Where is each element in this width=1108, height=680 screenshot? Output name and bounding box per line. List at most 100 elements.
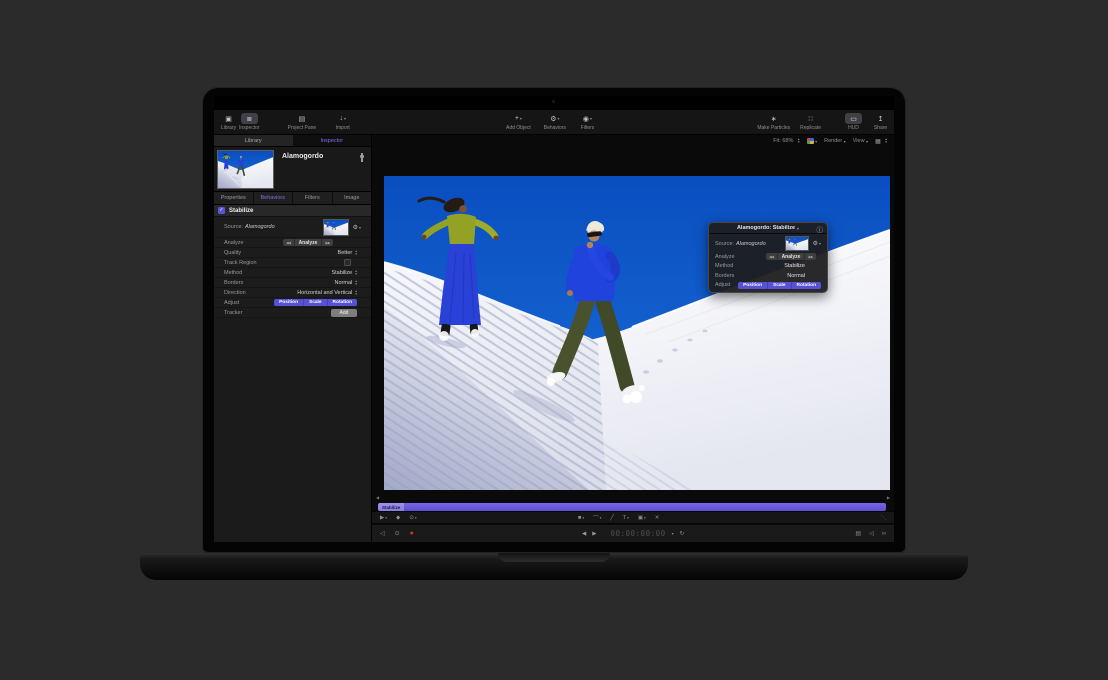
line-tool[interactable]: ╱ — [610, 515, 613, 521]
bezier-tool[interactable]: ⌒▾ — [593, 514, 601, 522]
direction-popup[interactable]: Horizontal and Vertical▴▾ — [297, 290, 357, 296]
analyze-forward-button[interactable]: ▶▶ — [805, 253, 816, 260]
import-icon: ↓ — [339, 115, 343, 122]
pin-icon[interactable] — [359, 153, 365, 162]
source-options[interactable]: ⚙ ▾ — [353, 224, 361, 231]
project-thumbnail[interactable] — [217, 150, 274, 189]
analyze-button[interactable]: Analyze — [777, 253, 806, 260]
tab-filters[interactable]: Filters — [293, 192, 333, 204]
row-label: Method — [224, 270, 331, 276]
hud-source-thumbnail[interactable] — [785, 236, 809, 251]
play-button[interactable]: ▶ — [592, 531, 596, 537]
view-menu[interactable]: View▾ — [853, 138, 868, 144]
behaviors-button[interactable]: ⚙▾ Behaviors — [544, 113, 566, 131]
quality-popup[interactable]: Better▴▾ — [338, 250, 357, 256]
loop-button[interactable]: ↻ — [680, 531, 685, 537]
show-keyframes-button[interactable]: ∞ — [882, 531, 886, 537]
track-region-checkbox[interactable] — [344, 259, 351, 266]
chevron-down-icon: ▾ — [627, 516, 629, 520]
stepper-icon: ▴▾ — [798, 138, 800, 144]
rectangle-tool[interactable]: ■▾ — [578, 515, 584, 521]
select-tool[interactable]: ▶▾ — [380, 515, 387, 521]
adjust-scale-segment[interactable]: Scale — [304, 299, 328, 306]
chevron-down-icon: ▾ — [385, 516, 387, 520]
tab-library[interactable]: Library — [214, 135, 293, 146]
info-icon[interactable]: ⓘ — [817, 224, 824, 234]
method-popup[interactable]: Stabilize▴▾ — [331, 270, 357, 276]
mask-tool[interactable]: ▣▾ — [638, 515, 646, 521]
show-audio-button[interactable]: ◁ — [869, 530, 874, 537]
source-row: Source: Alamogordo ⚙ ▾ — [214, 217, 371, 238]
analyze-backward-button[interactable]: ◀◀ — [283, 239, 294, 246]
adjust-rotation-segment[interactable]: Rotation — [328, 299, 357, 306]
adjust-position-segment[interactable]: Position — [738, 282, 768, 289]
dune-photo-thumbnail — [324, 220, 348, 235]
previous-frame-button[interactable]: ◀ — [582, 531, 586, 537]
adjust-rotation-segment[interactable]: Rotation — [792, 282, 821, 289]
tab-image[interactable]: Image — [333, 192, 372, 204]
project-pane-button[interactable]: ▤ Project Pane — [288, 113, 317, 131]
cut-tool[interactable]: ✕ — [655, 515, 660, 521]
source-thumbnail[interactable] — [323, 219, 349, 236]
chevron-down-icon: ▾ — [582, 516, 584, 520]
chevron-down-icon: ▾ — [815, 139, 817, 144]
chevron-down-icon: ▾ — [644, 516, 646, 520]
snapshot-button[interactable]: ⊙ — [395, 530, 400, 537]
layout-control[interactable]: ▦▴▾ — [875, 138, 887, 145]
resize-handle[interactable]: ⋱ — [881, 515, 886, 521]
keyframe-icon: ◆ — [396, 515, 400, 521]
canvas-controls: Fit: 68%▴▾ ▾ Render▾ View▾ ▦▴▾ — [773, 135, 894, 147]
borders-popup[interactable]: Normal▴▾ — [335, 280, 358, 286]
hud-button[interactable]: ▭ HUD — [845, 113, 862, 131]
make-particles-button[interactable]: ∗ Make Particles — [757, 113, 790, 131]
mini-timeline-ruler[interactable]: ◀ ▶ — [376, 494, 890, 501]
bezier-icon: ⌒ — [593, 514, 599, 522]
inspector-label: Inspector — [239, 125, 260, 131]
stabilize-enabled-checkbox[interactable]: ✓ — [218, 207, 225, 214]
channels-control[interactable]: ▾ — [807, 138, 818, 144]
behaviors-panel: ✓ Stabilize Source: Alamogordo ⚙ ▾ — [214, 205, 371, 542]
analyze-button[interactable]: Analyze — [294, 239, 323, 246]
adjust-scale-segment[interactable]: Scale — [768, 282, 792, 289]
add-object-button[interactable]: +▾ Add Object — [506, 113, 531, 131]
analyze-forward-button[interactable]: ▶▶ — [322, 239, 333, 246]
library-button[interactable]: ▣ Library — [220, 113, 237, 131]
inspector-button[interactable]: ≣ Inspector — [239, 113, 260, 131]
tab-properties[interactable]: Properties — [214, 192, 254, 204]
timecode-display[interactable]: 00:00:00:00 — [610, 529, 665, 538]
render-menu[interactable]: Render▾ — [824, 138, 846, 144]
filters-button[interactable]: ◉▾ Filters — [579, 113, 596, 131]
hud-panel[interactable]: Alamogordo: Stabilize ▾ ⓘ Source: Alamog… — [708, 222, 828, 293]
record-button[interactable]: ● — [410, 530, 414, 537]
tab-inspector[interactable]: Inspector — [293, 135, 372, 146]
hud-source-options[interactable]: ⚙ ▾ — [813, 240, 821, 247]
stepper-icon: ▴▾ — [355, 280, 357, 286]
behavior-tool[interactable]: ⊙▾ — [409, 515, 416, 521]
tools-shape-group: ■▾ ⌒▾ ╱ T▾ ▣▾ ✕ — [578, 512, 659, 523]
source-label: Source: — [224, 224, 243, 230]
speaker-icon: ◁ — [380, 531, 385, 537]
text-tool[interactable]: T▾ — [623, 515, 629, 521]
analyze-backward-button[interactable]: ◀◀ — [766, 253, 777, 260]
chevron-down-icon: ▾ — [415, 516, 417, 520]
chevron-down-icon: ▾ — [590, 116, 592, 121]
hud-titlebar[interactable]: Alamogordo: Stabilize ▾ ⓘ — [709, 223, 827, 234]
show-timeline-button[interactable]: ▤ — [855, 530, 861, 537]
import-button[interactable]: ↓▾ Import — [334, 113, 351, 131]
tracker-add-button[interactable]: Add — [331, 309, 357, 317]
share-button[interactable]: ↥ Share — [872, 113, 889, 131]
add-object-label: Add Object — [506, 125, 531, 131]
scroll-left-icon[interactable]: ◀ — [376, 495, 379, 500]
adjust-position-segment[interactable]: Position — [274, 299, 304, 306]
mute-button[interactable]: ◁ — [380, 530, 385, 537]
keyframe-tool[interactable]: ◆ — [396, 515, 400, 521]
tab-behaviors[interactable]: Behaviors — [254, 192, 294, 204]
stabilize-timeline-bar[interactable]: Stabilize — [378, 503, 886, 511]
hud-method-value[interactable]: Stabilize — [784, 263, 805, 269]
macbook-screen: ▣ Library ≣ Inspector ▤ Project Pane ↓▾ … — [202, 87, 906, 553]
quality-row: Quality Better▴▾ — [214, 248, 371, 258]
fit-zoom-control[interactable]: Fit: 68%▴▾ — [773, 138, 799, 144]
scroll-right-icon[interactable]: ▶ — [887, 495, 890, 500]
replicate-button[interactable]: ∷ Replicate — [800, 113, 821, 131]
hud-borders-value[interactable]: Normal — [787, 273, 805, 279]
